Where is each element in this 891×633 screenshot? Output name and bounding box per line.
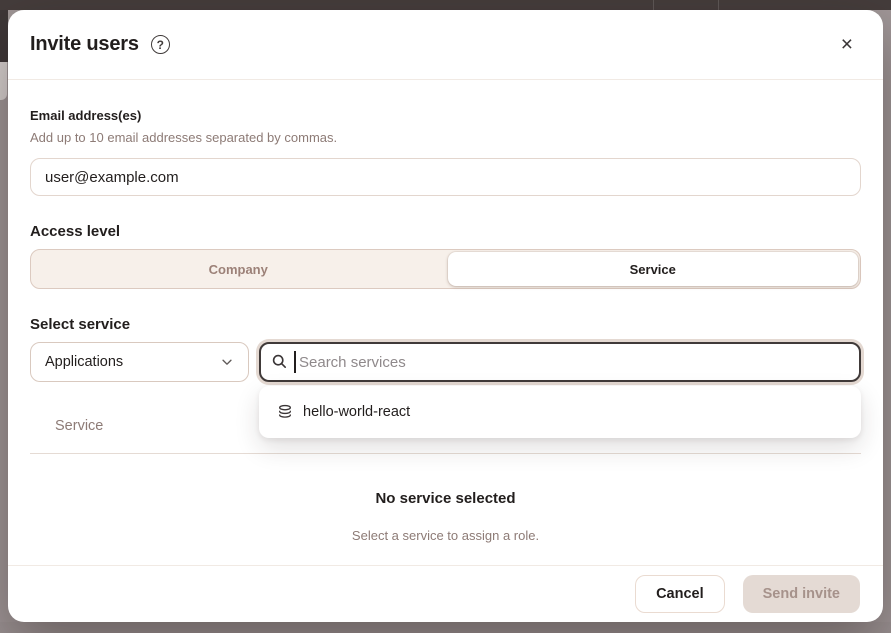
send-invite-button[interactable]: Send invite (743, 575, 860, 613)
dialog-header: Invite users ? × (8, 10, 883, 80)
service-result-name: hello-world-react (303, 404, 410, 420)
empty-state-subtitle: Select a service to assign a role. (30, 528, 861, 543)
search-icon (271, 353, 288, 375)
email-label: Email address(es) (30, 108, 861, 123)
service-picker-row: Applications hello-world-react (30, 342, 861, 382)
select-service-label: Select service (30, 316, 861, 333)
help-icon[interactable]: ? (151, 35, 170, 54)
cancel-button[interactable]: Cancel (635, 575, 725, 613)
invite-users-dialog: Invite users ? × Email address(es) Add u… (8, 10, 883, 622)
service-result-item[interactable]: hello-world-react (265, 392, 855, 432)
service-type-value: Applications (45, 354, 123, 370)
email-hint: Add up to 10 email addresses separated b… (30, 130, 861, 145)
top-bar-separator (718, 0, 719, 10)
chevron-down-icon (220, 355, 234, 369)
dialog-title: Invite users (30, 33, 139, 56)
service-search-container: hello-world-react (259, 342, 861, 382)
text-caret (294, 351, 296, 373)
search-input[interactable] (259, 342, 861, 382)
background-header-edge (0, 10, 8, 62)
list-divider (30, 453, 861, 454)
email-field[interactable] (30, 158, 861, 196)
access-level-label: Access level (30, 223, 861, 240)
service-type-select[interactable]: Applications (30, 342, 249, 382)
empty-state-title: No service selected (30, 490, 861, 507)
background-bottom-strip (0, 622, 891, 633)
segment-company[interactable]: Company (33, 252, 444, 286)
service-results-dropdown: hello-world-react (259, 386, 861, 438)
dialog-body: Email address(es) Add up to 10 email add… (8, 80, 883, 543)
segment-service[interactable]: Service (448, 252, 859, 286)
background-top-bar (0, 0, 891, 10)
empty-state: No service selected Select a service to … (30, 490, 861, 543)
dialog-footer: Cancel Send invite (8, 565, 883, 622)
top-bar-separator (653, 0, 654, 10)
background-logo-fragment (0, 62, 7, 100)
access-level-segmented-control: Company Service (30, 249, 861, 289)
stack-icon (277, 404, 293, 420)
close-icon[interactable]: × (841, 34, 853, 55)
